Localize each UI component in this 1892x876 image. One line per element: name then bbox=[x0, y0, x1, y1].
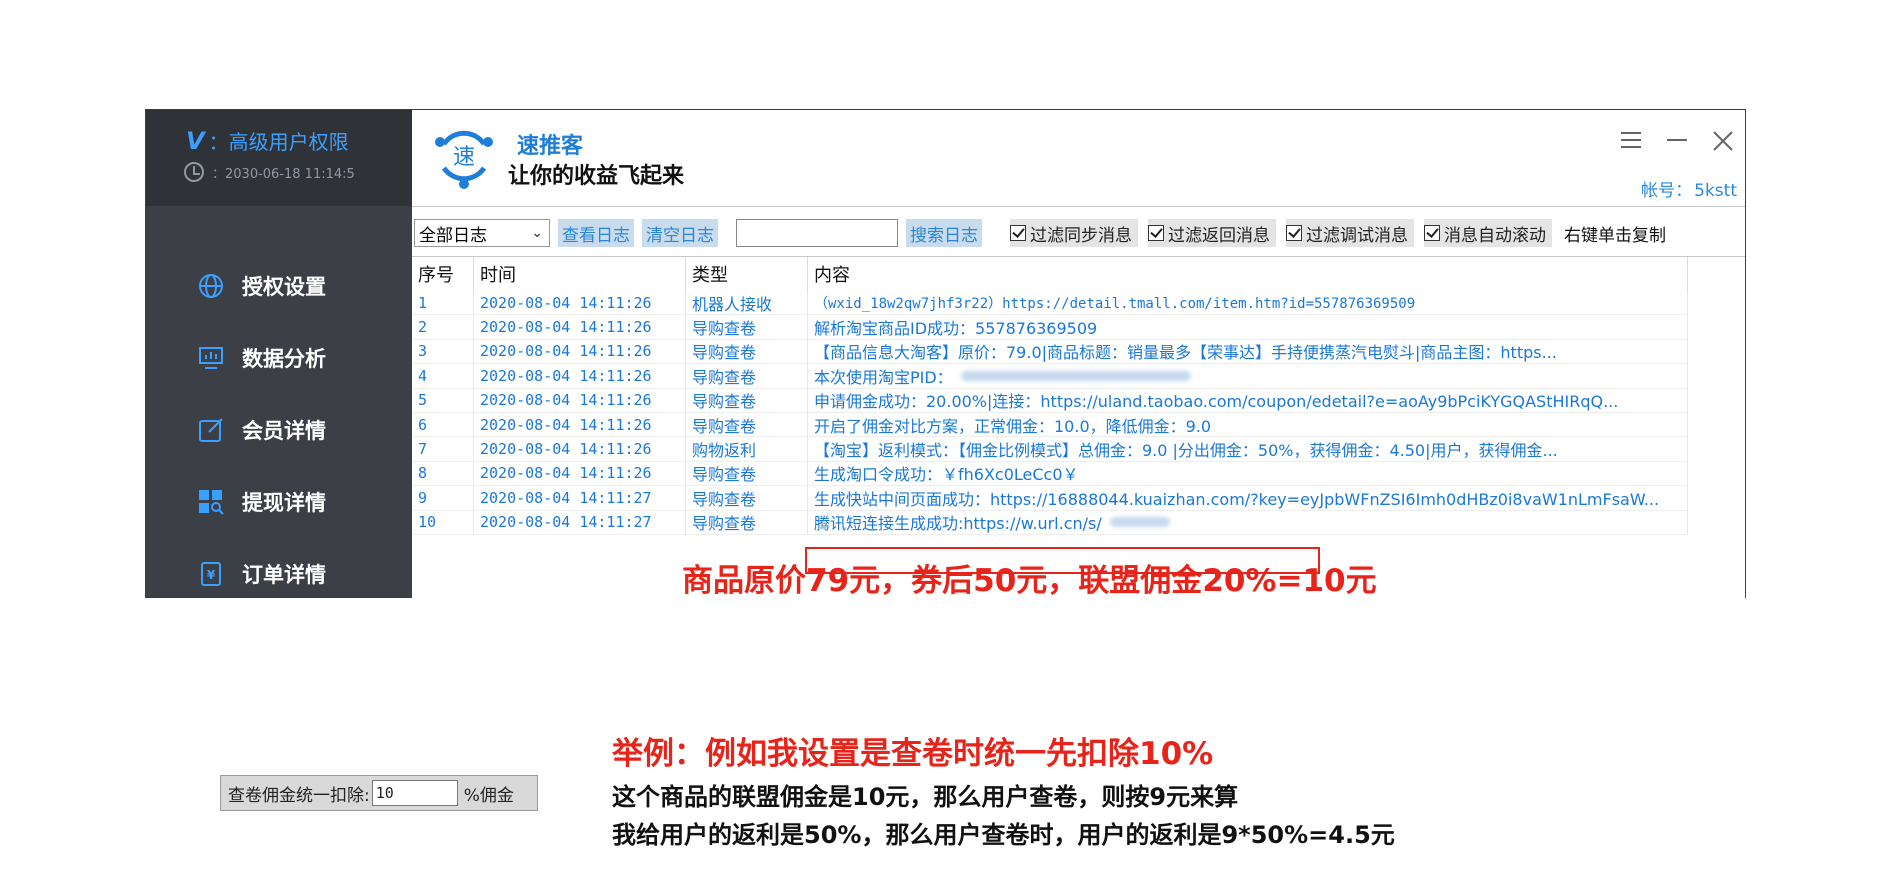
receipt-icon: ¥ bbox=[196, 559, 226, 589]
copy-hint: 右键单击复制 bbox=[1564, 225, 1666, 246]
table-row[interactable]: 4 2020-08-04 14:11:26 导购查卷 本次使用淘宝PID： bbox=[412, 364, 1688, 389]
example-line2: 我给用户的返利是50%，那么用户查卷时，用户的返利是9*50%=4.5元 bbox=[612, 821, 1395, 849]
deduct-label: 查卷佣金统一扣除: bbox=[228, 785, 370, 806]
sidebar-item-label: 订单详情 bbox=[242, 563, 326, 587]
minimize-icon[interactable] bbox=[1665, 130, 1689, 154]
sidebar-nav: 授权设置 数据分析 会员详情 提现详情 ¥ 订单详情 bbox=[146, 250, 412, 610]
log-filter-select[interactable]: 全部日志 ⌄ bbox=[414, 219, 550, 247]
table-header: 序号 时间 类型 内容 bbox=[412, 257, 1688, 291]
table-row[interactable]: 6 2020-08-04 14:11:26 导购查卷 开启了佣金对比方案，正常佣金：1… bbox=[412, 412, 1688, 438]
table-row[interactable]: 1 2020-08-04 14:11:26 机器人接收 （wxid_18w2qw7jh… bbox=[412, 291, 1688, 316]
auto-scroll-checkbox[interactable]: 消息自动滚动 bbox=[1424, 219, 1552, 247]
sidebar-item-analytics[interactable]: 数据分析 bbox=[146, 322, 412, 394]
deduct-input[interactable]: 10 bbox=[371, 780, 458, 806]
globe-icon bbox=[196, 271, 226, 301]
redacted-url bbox=[1109, 517, 1170, 528]
clock-icon bbox=[184, 162, 204, 182]
grid-search-icon bbox=[196, 487, 226, 517]
sidebar-item-label: 提现详情 bbox=[242, 491, 326, 515]
view-log-button[interactable]: 查看日志 bbox=[558, 219, 634, 247]
brand-logo-char: 速 bbox=[453, 145, 475, 170]
sidebar-item-label: 数据分析 bbox=[242, 347, 326, 371]
vip-logo-icon: V bbox=[186, 126, 205, 155]
table-row[interactable]: 7 2020-08-04 14:11:26 购物返利 【淘宝】返利模式：【佣金比例模式… bbox=[412, 437, 1688, 462]
header-no[interactable]: 序号 bbox=[412, 257, 474, 291]
table-row[interactable]: 10 2020-08-04 14:11:27 导购查卷 腾讯短连接生成成功:https… bbox=[412, 510, 1688, 535]
table-row[interactable]: 2 2020-08-04 14:11:26 导购查卷 解析淘宝商品ID成功：55787… bbox=[412, 315, 1688, 340]
account-value: 5kstt bbox=[1694, 181, 1737, 201]
deduct-setting: 查卷佣金统一扣除: 10 %佣金 bbox=[220, 775, 538, 811]
sidebar-item-members[interactable]: 会员详情 bbox=[146, 394, 412, 466]
search-input[interactable] bbox=[736, 219, 898, 247]
main-panel: 速 速推客 让你的收益飞起来 帐号： 5kstt 全部日志 ⌄ 查看日志 清空日… bbox=[412, 110, 1745, 599]
brand-logo-icon: 速 bbox=[430, 122, 498, 190]
edit-icon bbox=[196, 415, 226, 445]
table-row[interactable]: 9 2020-08-04 14:11:27 导购查卷 生成快站中间页面成功：https… bbox=[412, 486, 1688, 511]
brand-slogan: 让你的收益飞起来 bbox=[508, 164, 685, 189]
header-content[interactable]: 内容 bbox=[808, 257, 1688, 291]
table-rows: 1 2020-08-04 14:11:26 机器人接收 （wxid_18w2qw7jh… bbox=[412, 291, 1688, 535]
filter-return-checkbox[interactable]: 过滤返回消息 bbox=[1148, 219, 1276, 247]
sidebar-item-withdraw[interactable]: 提现详情 bbox=[146, 466, 412, 538]
close-icon[interactable] bbox=[1711, 130, 1735, 154]
example-line1: 这个商品的联盟佣金是10元，那么用户查卷，则按9元来算 bbox=[612, 783, 1239, 811]
log-filter-value: 全部日志 bbox=[419, 225, 487, 246]
app-window: V ：高级用户权限 ：2030-06-18 11:14:5 授权设置 数据分析 bbox=[145, 109, 1746, 599]
header-time[interactable]: 时间 bbox=[474, 257, 686, 291]
table-row[interactable]: 5 2020-08-04 14:11:26 导购查卷 申请佣金成功：20.00%|连接… bbox=[412, 388, 1688, 413]
example-title: 举例：例如我设置是查卷时统一先扣除10% bbox=[612, 736, 1214, 772]
menu-icon[interactable] bbox=[1619, 130, 1643, 154]
sidebar-item-label: 授权设置 bbox=[242, 275, 326, 299]
filter-debug-checkbox[interactable]: 过滤调试消息 bbox=[1286, 219, 1414, 247]
redacted-pid bbox=[960, 370, 1191, 381]
table-row[interactable]: 8 2020-08-04 14:11:26 导购查卷 生成淘口令成功：￥fh6Xc0L… bbox=[412, 461, 1688, 487]
chart-icon bbox=[196, 343, 226, 373]
window-controls bbox=[1619, 130, 1735, 154]
filter-sync-checkbox[interactable]: 过滤同步消息 bbox=[1010, 219, 1138, 247]
account-label: 帐号： bbox=[1641, 181, 1693, 201]
account-info: 帐号： 5kstt bbox=[1639, 176, 1737, 201]
toolbar: 全部日志 ⌄ 查看日志 清空日志 搜索日志 过滤同步消息 过滤返回消息 过滤调试… bbox=[412, 217, 1745, 249]
header-type[interactable]: 类型 bbox=[686, 257, 808, 291]
checkbox-checked-icon bbox=[1148, 225, 1164, 241]
checkbox-checked-icon bbox=[1286, 225, 1302, 241]
log-table: 序号 时间 类型 内容 1 2020-08-04 14:11:26 机器人接收 （wx… bbox=[412, 256, 1745, 599]
brand-name: 速推客 bbox=[517, 134, 584, 159]
sidebar: V ：高级用户权限 ：2030-06-18 11:14:5 授权设置 数据分析 bbox=[146, 110, 412, 597]
checkbox-checked-icon bbox=[1424, 225, 1440, 241]
sidebar-item-label: 会员详情 bbox=[242, 419, 326, 443]
sidebar-user-panel: V ：高级用户权限 ：2030-06-18 11:14:5 bbox=[146, 110, 412, 206]
chevron-down-icon: ⌄ bbox=[531, 225, 543, 241]
clear-log-button[interactable]: 清空日志 bbox=[642, 219, 718, 247]
expire-time: ：2030-06-18 11:14:5 bbox=[212, 166, 355, 182]
header: 速 速推客 让你的收益飞起来 帐号： 5kstt bbox=[412, 110, 1745, 207]
deduct-unit: %佣金 bbox=[463, 785, 514, 806]
search-log-button[interactable]: 搜索日志 bbox=[906, 219, 982, 247]
sidebar-item-auth[interactable]: 授权设置 bbox=[146, 250, 412, 322]
price-note: 商品原价79元，券后50元，联盟佣金20%=10元 bbox=[682, 563, 1377, 599]
checkbox-checked-icon bbox=[1010, 225, 1026, 241]
permission-level: ：高级用户权限 bbox=[208, 130, 349, 154]
sidebar-item-orders[interactable]: ¥ 订单详情 bbox=[146, 538, 412, 610]
svg-text:¥: ¥ bbox=[207, 568, 216, 582]
table-row[interactable]: 3 2020-08-04 14:11:26 导购查卷 【商品信息大淘客】原价：79.0… bbox=[412, 339, 1688, 365]
